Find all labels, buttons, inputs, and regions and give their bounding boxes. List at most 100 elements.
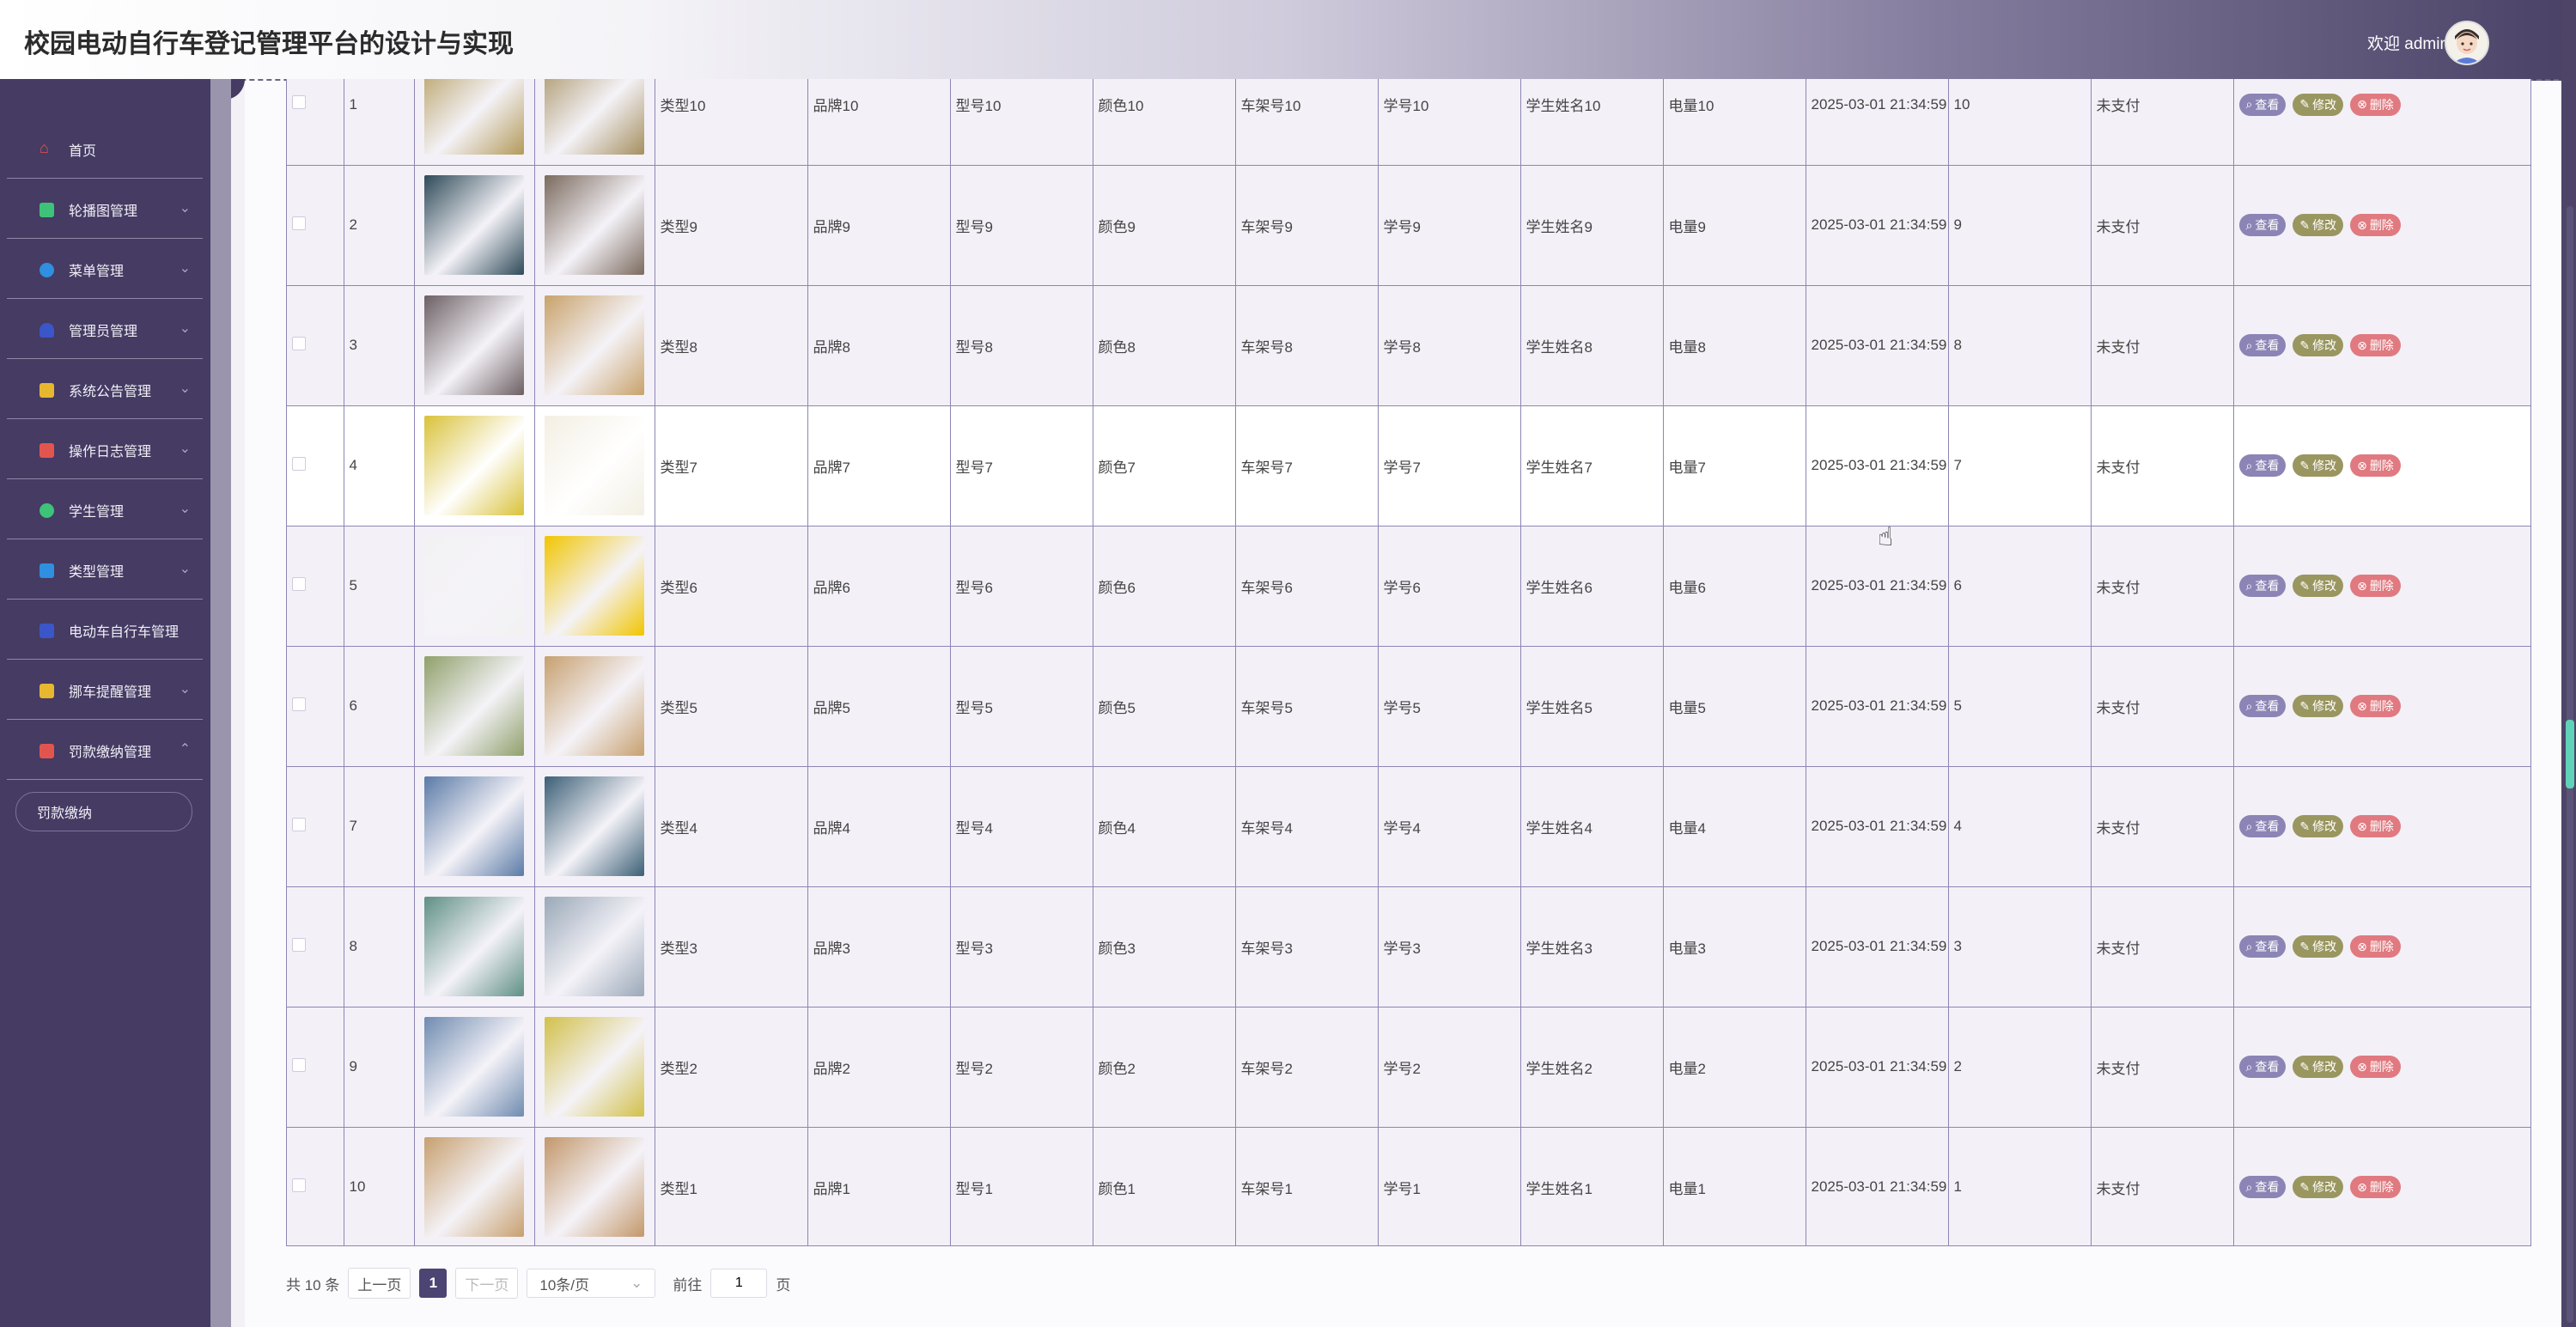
bike-photo-2[interactable] <box>545 776 644 876</box>
row-checkbox[interactable] <box>292 1057 306 1072</box>
bike-photo-2[interactable] <box>545 79 644 155</box>
avatar[interactable] <box>2445 21 2489 65</box>
sidebar-item-carousel[interactable]: 轮播图管理 ⌄ <box>7 180 203 239</box>
bike-photo-2[interactable] <box>545 175 644 275</box>
row-checkbox[interactable] <box>292 1178 306 1192</box>
bike-photo-2[interactable] <box>545 656 644 756</box>
cell-time: 2025-03-01 21:34:59 <box>1805 766 1948 887</box>
row-checkbox[interactable] <box>292 336 306 350</box>
view-button[interactable]: ⌕ 查看 <box>2238 334 2287 356</box>
edit-button[interactable]: ✎ 修改 <box>2293 695 2344 717</box>
row-checkbox[interactable] <box>292 817 306 831</box>
bike-photo-1[interactable] <box>424 175 524 275</box>
view-button[interactable]: ⌕ 查看 <box>2238 815 2287 837</box>
next-page-button[interactable]: 下一页 <box>455 1268 519 1299</box>
page-number-current[interactable]: 1 <box>419 1269 448 1298</box>
sidebar-item-students[interactable]: 学生管理 ⌄ <box>7 481 203 539</box>
sidebar-item-menu[interactable]: 菜单管理 ⌄ <box>7 240 203 299</box>
edit-button[interactable]: ✎ 修改 <box>2293 1056 2344 1078</box>
delete-button[interactable]: ⊗ 删除 <box>2350 93 2401 116</box>
view-button[interactable]: ⌕ 查看 <box>2238 695 2287 717</box>
bike-photo-2[interactable] <box>545 295 644 395</box>
bike-photo-1[interactable] <box>424 416 524 515</box>
view-button[interactable]: ⌕ 查看 <box>2238 93 2287 116</box>
row-checkbox[interactable] <box>292 95 306 110</box>
table-row[interactable]: 3 类型8 品牌8 型号8 颜色8 车架号8 学号8 学生姓名8 电量8 2025-03-01 2… <box>287 285 2530 406</box>
view-button[interactable]: ⌕ 查看 <box>2238 1176 2287 1198</box>
edit-button[interactable]: ✎ 修改 <box>2293 214 2344 236</box>
view-button[interactable]: ⌕ 查看 <box>2238 575 2287 597</box>
bike-photo-1[interactable] <box>424 79 524 155</box>
bike-photo-1[interactable] <box>424 1137 524 1237</box>
sidebar-item-reminders[interactable]: 挪车提醒管理 ⌄ <box>7 661 203 720</box>
bike-photo-2[interactable] <box>545 536 644 636</box>
bike-photo-1[interactable] <box>424 1017 524 1117</box>
edit-button[interactable]: ✎ 修改 <box>2293 815 2344 837</box>
edit-button[interactable]: ✎ 修改 <box>2293 93 2344 116</box>
sidebar-item-label: 菜单管理 <box>69 264 125 279</box>
bike-photo-2[interactable] <box>545 1137 644 1237</box>
bike-photo-2[interactable] <box>545 1017 644 1117</box>
sidebar-subitem-fine-payment[interactable]: 罚款缴纳 <box>15 792 192 831</box>
table-row[interactable]: 8 类型3 品牌3 型号3 颜色3 车架号3 学号3 学生姓名3 电量3 2025-03-01 2… <box>287 886 2530 1007</box>
delete-label: 删除 <box>2369 579 2394 593</box>
scrollbar-thumb[interactable] <box>2566 720 2574 788</box>
bike-photo-2[interactable] <box>545 897 644 996</box>
edit-button[interactable]: ✎ 修改 <box>2293 334 2344 356</box>
sidebar-item-notice[interactable]: 系统公告管理 ⌄ <box>7 361 203 419</box>
cell-amount: 5 <box>1947 646 2091 767</box>
sidebar-item-bikes[interactable]: 电动车自行车管理 <box>7 601 203 660</box>
delete-button[interactable]: ⊗ 删除 <box>2350 214 2401 236</box>
table-row[interactable]: 9 类型2 品牌2 型号2 颜色2 车架号2 学号2 学生姓名2 电量2 2025-03-01 2… <box>287 1007 2530 1128</box>
table-row[interactable]: 4 类型7 品牌7 型号7 颜色7 车架号7 学号7 学生姓名7 电量7 2025-03-01 2… <box>287 405 2530 527</box>
bike-photo-2[interactable] <box>545 416 644 515</box>
sidebar-item-home[interactable]: ⌂ 首页 <box>7 120 203 179</box>
edit-button[interactable]: ✎ 修改 <box>2293 454 2344 477</box>
delete-button[interactable]: ⊗ 删除 <box>2350 575 2401 597</box>
delete-button[interactable]: ⊗ 删除 <box>2350 334 2401 356</box>
delete-button[interactable]: ⊗ 删除 <box>2350 935 2401 958</box>
table-row[interactable]: 5 类型6 品牌6 型号6 颜色6 车架号6 学号6 学生姓名6 电量6 2025-03-01 2… <box>287 526 2530 647</box>
bike-photo-1[interactable] <box>424 776 524 876</box>
row-checkbox[interactable] <box>292 697 306 711</box>
delete-button[interactable]: ⊗ 删除 <box>2350 1176 2401 1198</box>
mouse-cursor-icon: ☝ <box>1878 523 1894 551</box>
sidebar-item-fines[interactable]: 罚款缴纳管理 ⌃ <box>7 721 203 780</box>
goto-page-input[interactable] <box>710 1269 768 1298</box>
view-button[interactable]: ⌕ 查看 <box>2238 1056 2287 1078</box>
sidebar-item-admin[interactable]: 管理员管理 ⌄ <box>7 301 203 359</box>
actions-cell: ⌕ 查看 ✎ 修改 ⊗ 删除 <box>2232 526 2530 647</box>
row-checkbox[interactable] <box>292 937 306 952</box>
sidebar-item-types[interactable]: 类型管理 ⌄ <box>7 541 203 600</box>
bike-photo-1[interactable] <box>424 897 524 996</box>
cell-sname: 学生姓名6 <box>1519 526 1663 647</box>
bike-photo-1[interactable] <box>424 656 524 756</box>
delete-label: 删除 <box>2369 218 2394 232</box>
table-row[interactable]: 10 类型1 品牌1 型号1 颜色1 车架号1 学号1 学生姓名1 电量1 2025-03-01 … <box>287 1127 2530 1245</box>
sidebar-item-logs[interactable]: 操作日志管理 ⌄ <box>7 421 203 479</box>
view-button[interactable]: ⌕ 查看 <box>2238 935 2287 958</box>
cell-sname: 学生姓名1 <box>1519 1127 1663 1245</box>
page-size-select[interactable]: 10条/页 ⌄ <box>527 1269 656 1298</box>
row-checkbox[interactable] <box>292 456 306 471</box>
table-row[interactable]: 2 类型9 品牌9 型号9 颜色9 车架号9 学号9 学生姓名9 电量9 2025-03-01 2… <box>287 165 2530 286</box>
prev-page-button[interactable]: 上一页 <box>348 1268 411 1299</box>
table-row[interactable]: 7 类型4 品牌4 型号4 颜色4 车架号4 学号4 学生姓名4 电量4 2025-03-01 2… <box>287 766 2530 887</box>
bike-photo-1[interactable] <box>424 295 524 395</box>
edit-button[interactable]: ✎ 修改 <box>2293 935 2344 958</box>
edit-button[interactable]: ✎ 修改 <box>2293 1176 2344 1198</box>
delete-button[interactable]: ⊗ 删除 <box>2350 1056 2401 1078</box>
row-checkbox[interactable] <box>292 216 306 230</box>
delete-button[interactable]: ⊗ 删除 <box>2350 454 2401 477</box>
notice-icon <box>40 383 54 398</box>
view-button[interactable]: ⌕ 查看 <box>2238 214 2287 236</box>
delete-button[interactable]: ⊗ 删除 <box>2350 695 2401 717</box>
row-checkbox[interactable] <box>292 576 306 591</box>
view-button[interactable]: ⌕ 查看 <box>2238 454 2287 477</box>
table-row[interactable]: 6 类型5 品牌5 型号5 颜色5 车架号5 学号5 学生姓名5 电量5 2025-03-01 2… <box>287 646 2530 767</box>
sidebar-item-label: 操作日志管理 <box>69 444 152 460</box>
edit-button[interactable]: ✎ 修改 <box>2293 575 2344 597</box>
delete-button[interactable]: ⊗ 删除 <box>2350 815 2401 837</box>
table-row[interactable]: 1 类型10 品牌10 型号10 颜色10 车架号10 学号10 学生姓名10 电量10 2025… <box>287 79 2530 166</box>
bike-photo-1[interactable] <box>424 536 524 636</box>
